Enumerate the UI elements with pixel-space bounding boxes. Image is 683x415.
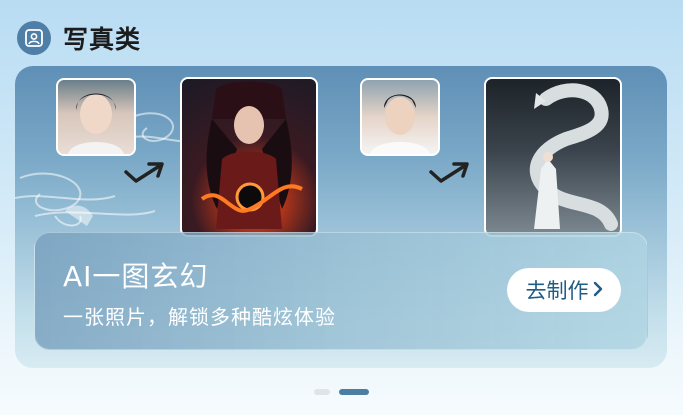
carousel-pager: [314, 389, 369, 395]
after-image-white-dragon: [484, 77, 622, 237]
pager-dot-1[interactable]: [314, 389, 330, 395]
transform-arrow-icon: [429, 162, 469, 183]
banner-subtitle: 一张照片，解锁多种酷炫体验: [63, 305, 336, 329]
make-now-button[interactable]: 去制作: [507, 268, 621, 312]
after-image-fire-sorceress: [180, 77, 318, 237]
pager-dot-2-active[interactable]: [339, 389, 369, 395]
portrait-photo-icon: [17, 21, 51, 55]
section-header: 写真类: [17, 18, 141, 58]
section-title: 写真类: [63, 25, 142, 54]
transform-arrow-icon: [124, 162, 164, 183]
banner-info-panel: AI一图玄幻 一张照片，解锁多种酷炫体验 去制作: [34, 232, 648, 350]
chevron-right-icon: [593, 278, 603, 302]
banner-title: AI一图玄幻: [63, 260, 209, 293]
before-photo-male: [360, 78, 440, 156]
make-now-label: 去制作: [525, 279, 589, 303]
before-photo-female: [56, 78, 136, 156]
ai-fantasy-banner[interactable]: AI一图玄幻 一张照片，解锁多种酷炫体验 去制作: [15, 66, 667, 368]
